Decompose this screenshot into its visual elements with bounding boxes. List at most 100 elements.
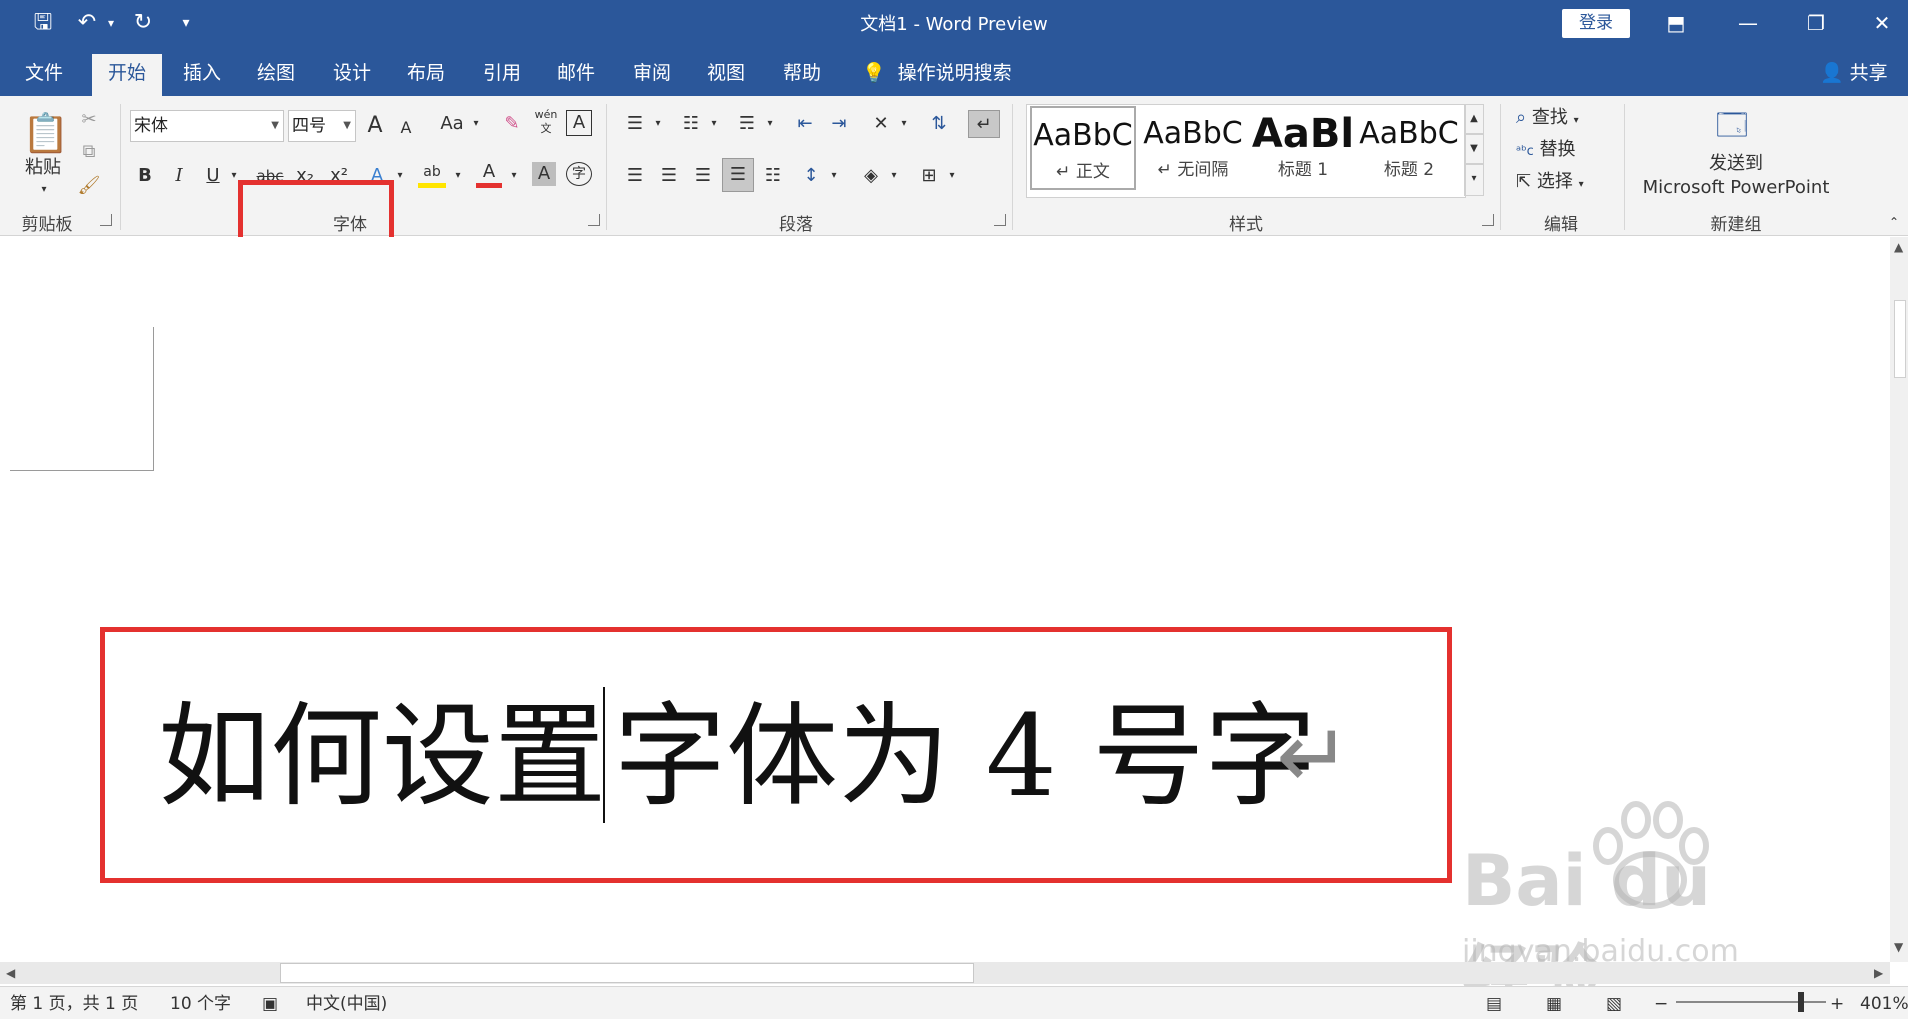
chinese-layout-icon[interactable]: ✕	[866, 110, 896, 138]
read-mode-icon[interactable]: ▤	[1486, 993, 1502, 1015]
zoom-in-button[interactable]: +	[1830, 993, 1844, 1015]
clear-formatting-icon[interactable]: ✎	[498, 110, 526, 138]
tab-file[interactable]: 文件	[12, 54, 76, 96]
chevron-down-icon[interactable]: ▾	[470, 110, 482, 138]
style-no-spacing[interactable]: AaBbC ↵ 无间隔	[1140, 106, 1246, 190]
tab-help[interactable]: 帮助	[772, 54, 832, 96]
justify-icon[interactable]: ☰	[722, 158, 754, 192]
chevron-down-icon[interactable]: ▾	[394, 162, 406, 190]
grow-font-icon[interactable]: A	[362, 112, 388, 140]
collapse-ribbon-icon[interactable]: ⌃	[1884, 208, 1904, 236]
tab-references[interactable]: 引用	[472, 54, 532, 96]
zoom-level[interactable]: 401%	[1860, 993, 1908, 1015]
character-border-icon[interactable]: A	[566, 110, 592, 136]
find-button[interactable]: ⌕ 查找 ▾	[1516, 104, 1626, 132]
horizontal-scroll-thumb[interactable]	[280, 963, 974, 983]
font-dialog-launcher-icon[interactable]	[588, 214, 600, 226]
align-right-icon[interactable]: ☰	[688, 162, 718, 190]
send-to-powerpoint-icon[interactable]: 🗔	[1710, 106, 1754, 146]
paste-icon[interactable]: 📋	[22, 108, 69, 158]
tell-me-search[interactable]: 💡 操作说明搜索	[862, 54, 1012, 92]
scroll-right-icon[interactable]: ▶	[1874, 966, 1883, 980]
highlight-color-icon[interactable]: ab	[418, 158, 446, 188]
paragraph-dialog-launcher-icon[interactable]	[994, 214, 1006, 226]
copy-icon[interactable]: ⧉	[76, 138, 102, 166]
shading-icon[interactable]: ◈	[856, 162, 886, 190]
word-count[interactable]: 10 个字	[170, 993, 231, 1015]
line-spacing-icon[interactable]: ↕	[796, 162, 826, 190]
scroll-left-icon[interactable]: ◀	[6, 966, 15, 980]
chevron-down-icon[interactable]: ▾	[652, 110, 664, 138]
chevron-down-icon[interactable]: ▾	[764, 110, 776, 138]
send-to-powerpoint-line2[interactable]: Microsoft PowerPoint	[1636, 174, 1836, 202]
print-layout-icon[interactable]: ▦	[1546, 993, 1562, 1015]
increase-indent-icon[interactable]: ⇥	[824, 110, 854, 138]
multilevel-list-icon[interactable]: ☴	[732, 110, 762, 138]
tab-layout[interactable]: 布局	[396, 54, 456, 96]
tab-mailings[interactable]: 邮件	[546, 54, 606, 96]
styles-more-icon[interactable]: ▾	[1464, 164, 1484, 196]
decrease-indent-icon[interactable]: ⇤	[790, 110, 820, 138]
styles-scroll-up-icon[interactable]: ▲	[1464, 104, 1484, 134]
tab-review[interactable]: 审阅	[622, 54, 682, 96]
sign-in-button[interactable]: 登录	[1562, 9, 1630, 38]
align-center-icon[interactable]: ☰	[654, 162, 684, 190]
tab-home[interactable]: 开始	[92, 54, 162, 96]
bold-button[interactable]: B	[132, 162, 158, 190]
close-icon[interactable]: ✕	[1862, 6, 1902, 40]
borders-icon[interactable]: ⊞	[914, 162, 944, 190]
tab-insert[interactable]: 插入	[172, 54, 232, 96]
style-heading-2[interactable]: AaBbC 标题 2	[1356, 106, 1462, 190]
clipboard-dialog-launcher-icon[interactable]	[100, 214, 112, 226]
character-shading-icon[interactable]: A	[532, 162, 556, 186]
styles-dialog-launcher-icon[interactable]	[1482, 214, 1494, 226]
font-color-icon[interactable]: A	[476, 158, 502, 188]
restore-icon[interactable]: ❐	[1796, 6, 1836, 40]
bullets-icon[interactable]: ☰	[620, 110, 650, 138]
italic-button[interactable]: I	[166, 162, 192, 190]
chevron-down-icon[interactable]: ▾	[898, 110, 910, 138]
scroll-down-icon[interactable]: ▼	[1894, 940, 1903, 954]
numbering-icon[interactable]: ☷	[676, 110, 706, 138]
cut-icon[interactable]: ✂	[76, 106, 102, 134]
align-left-icon[interactable]: ☰	[620, 162, 650, 190]
scroll-up-icon[interactable]: ▲	[1894, 240, 1903, 254]
style-heading-1[interactable]: AaBl 标题 1	[1250, 106, 1356, 190]
change-case-icon[interactable]: Aa	[434, 110, 470, 138]
zoom-slider-thumb[interactable]	[1798, 992, 1804, 1012]
document-canvas[interactable]: 如何设置字体为 4 号字 ↵	[0, 237, 1890, 962]
font-name-combo[interactable]: 宋体 ▼	[130, 110, 284, 142]
tab-draw[interactable]: 绘图	[246, 54, 306, 96]
chevron-down-icon[interactable]: ▾	[946, 162, 958, 190]
chevron-down-icon[interactable]: ▾	[452, 162, 464, 190]
minimize-icon[interactable]: —	[1728, 6, 1768, 40]
paste-dropdown-icon[interactable]: ▾	[36, 176, 52, 204]
page-count[interactable]: 第 1 页，共 1 页	[10, 993, 138, 1015]
ribbon-display-options-icon[interactable]: ⬒	[1656, 6, 1696, 40]
show-paragraph-marks-icon[interactable]: ↵	[968, 110, 1000, 138]
tab-view[interactable]: 视图	[696, 54, 756, 96]
document-text[interactable]: 如何设置字体为 4 号字	[158, 692, 1316, 822]
chevron-down-icon[interactable]: ▾	[828, 162, 840, 190]
chevron-down-icon[interactable]: ▾	[508, 162, 520, 190]
language-indicator[interactable]: 中文(中国)	[306, 993, 387, 1015]
sort-icon[interactable]: ⇅	[924, 110, 954, 138]
select-button[interactable]: ⇱ 选择 ▾	[1516, 168, 1626, 196]
distributed-icon[interactable]: ☷	[758, 162, 788, 190]
underline-button[interactable]: U	[200, 162, 226, 190]
tab-design[interactable]: 设计	[322, 54, 382, 96]
chevron-down-icon[interactable]: ▼	[343, 111, 351, 141]
format-painter-icon[interactable]: 🖌	[76, 172, 102, 200]
web-layout-icon[interactable]: ▧	[1606, 993, 1622, 1015]
replace-button[interactable]: ᵃᵇc 替换	[1516, 136, 1626, 164]
styles-scroll-down-icon[interactable]: ▼	[1464, 134, 1484, 164]
enclose-characters-icon[interactable]: 字	[566, 162, 592, 186]
share-button[interactable]: 👤 共享	[1820, 54, 1888, 92]
chevron-down-icon[interactable]: ▾	[708, 110, 720, 138]
style-normal[interactable]: AaBbC ↵ 正文	[1030, 106, 1136, 190]
chevron-down-icon[interactable]: ▼	[271, 111, 279, 141]
vertical-scroll-thumb[interactable]	[1894, 300, 1906, 378]
shrink-font-icon[interactable]: A	[394, 114, 418, 142]
proofing-icon[interactable]: ▣	[262, 993, 278, 1015]
font-size-combo[interactable]: 四号 ▼	[288, 110, 356, 142]
